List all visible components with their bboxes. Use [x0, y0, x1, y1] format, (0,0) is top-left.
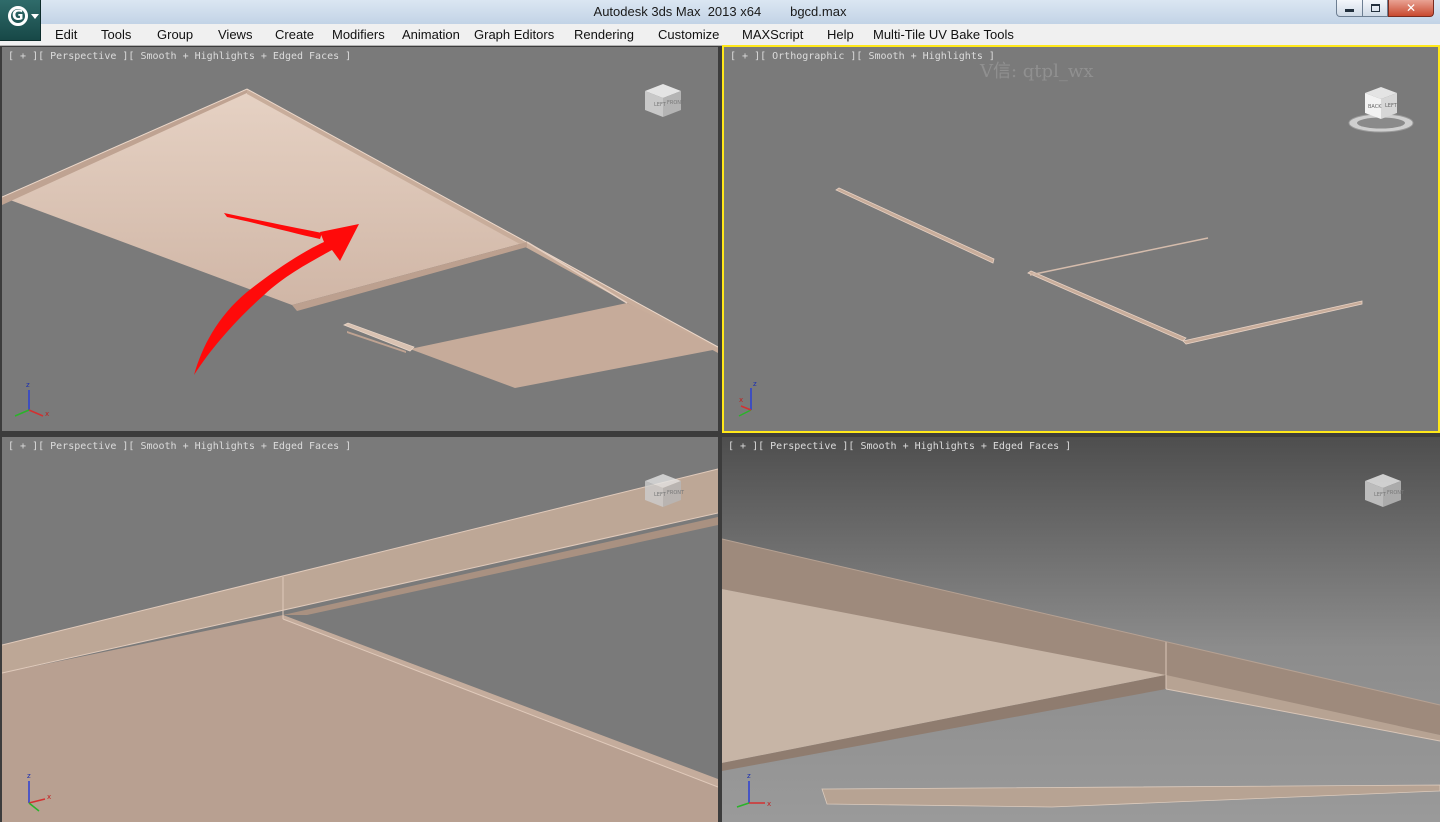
app-logo-glyph: G — [12, 8, 24, 24]
close-button[interactable]: ✕ — [1388, 0, 1434, 17]
viewport-label[interactable]: [ + ][ Perspective ][ Smooth + Highlight… — [8, 441, 351, 452]
wall-segment[interactable] — [1029, 237, 1209, 276]
wall-segment[interactable] — [1027, 270, 1187, 342]
restore-icon — [1370, 4, 1380, 12]
viewcube-icon[interactable]: BACK LEFT — [1346, 81, 1416, 137]
menu-maxscript[interactable]: MAXScript — [742, 27, 803, 42]
minimize-icon — [1345, 9, 1354, 12]
axis-gizmo-icon: z x — [736, 772, 771, 808]
viewcube-icon[interactable]: LEFT FRONT — [638, 469, 688, 515]
title-bar[interactable]: Autodesk 3ds Max 2013 x64 bgcd.max ✕ — [0, 0, 1440, 24]
beam-edge-line — [2, 468, 718, 646]
viewport-label[interactable]: [ + ][ Perspective ][ Smooth + Highlight… — [728, 441, 1071, 452]
menu-modifiers[interactable]: Modifiers — [332, 27, 385, 42]
floor-panel-edge — [526, 241, 628, 304]
menu-create[interactable]: Create — [275, 27, 314, 42]
wall-segment[interactable] — [1182, 300, 1363, 345]
beam[interactable] — [2, 469, 718, 673]
axis-label: x — [767, 800, 771, 808]
menu-graph-editors[interactable]: Graph Editors — [474, 27, 554, 42]
axis-label: z — [27, 772, 31, 780]
close-icon: ✕ — [1405, 1, 1417, 15]
axis-label: x — [47, 793, 51, 801]
floor-frame[interactable] — [821, 784, 1440, 808]
menu-edit[interactable]: Edit — [55, 27, 77, 42]
viewport-label[interactable]: [ + ][ Perspective ][ Smooth + Highlight… — [8, 51, 351, 62]
viewcube-face-label: LEFT — [1385, 103, 1398, 109]
viewcube-icon[interactable]: LEFT FRONT — [1358, 469, 1408, 515]
ceiling-slab[interactable] — [2, 89, 527, 305]
watermark: V信: qtpl_wx — [980, 61, 1094, 82]
viewport-top-right[interactable]: [ + ][ Orthographic ][ Smooth + Highligh… — [722, 45, 1440, 433]
viewport-top-left[interactable]: [ + ][ Perspective ][ Smooth + Highlight… — [2, 47, 718, 431]
window-title: Autodesk 3ds Max 2013 x64 bgcd.max — [593, 4, 847, 19]
axis-label: z — [26, 381, 30, 389]
viewport-bottom-left[interactable]: [ + ][ Perspective ][ Smooth + Highlight… — [2, 437, 718, 822]
chevron-down-icon — [31, 14, 39, 19]
viewport-label[interactable]: [ + ][ Orthographic ][ Smooth + Highligh… — [730, 51, 995, 62]
menu-animation[interactable]: Animation — [402, 27, 460, 42]
minimize-button[interactable] — [1336, 0, 1363, 17]
viewcube-face-label: FRONT — [667, 490, 685, 496]
thin-frame[interactable] — [343, 322, 415, 352]
axis-gizmo-icon: z x — [14, 381, 49, 418]
menu-customize[interactable]: Customize — [658, 27, 719, 42]
viewcube-icon[interactable]: LEFT FRONT — [638, 79, 688, 125]
floor-panel[interactable] — [410, 303, 718, 388]
axis-label: x — [739, 396, 743, 404]
viewport-scene — [2, 88, 718, 388]
menu-tools[interactable]: Tools — [101, 27, 131, 42]
viewport-scene — [2, 468, 718, 822]
axis-label: x — [45, 410, 49, 418]
axis-gizmo-icon: z x — [27, 772, 51, 812]
axis-gizmo-icon: z x — [738, 380, 757, 417]
viewcube-face-label: FRONT — [1387, 490, 1405, 496]
viewport-scene — [835, 187, 1363, 345]
menu-rendering[interactable]: Rendering — [574, 27, 634, 42]
viewcube-face-label: LEFT — [1374, 492, 1387, 498]
viewport-scene — [722, 538, 1440, 808]
menu-views[interactable]: Views — [218, 27, 252, 42]
viewcube-face-label: FRONT — [667, 100, 685, 106]
menu-help[interactable]: Help — [827, 27, 854, 42]
viewport-bottom-right[interactable]: [ + ][ Perspective ][ Smooth + Highlight… — [722, 437, 1440, 822]
wall-segment[interactable] — [835, 187, 995, 264]
app-menu-button[interactable]: G — [0, 0, 41, 41]
axis-label: z — [747, 772, 751, 780]
restore-button[interactable] — [1362, 0, 1388, 17]
viewcube-face-label: LEFT — [654, 492, 667, 498]
viewcube-face-label: BACK — [1368, 104, 1382, 110]
menu-group[interactable]: Group — [157, 27, 193, 42]
menu-bar: Edit Tools Group Views Create Modifiers … — [0, 24, 1440, 46]
menu-multi-tile-uv-bake-tools[interactable]: Multi-Tile UV Bake Tools — [873, 27, 1014, 42]
axis-label: z — [753, 380, 757, 388]
viewcube-face-label: LEFT — [654, 102, 667, 108]
